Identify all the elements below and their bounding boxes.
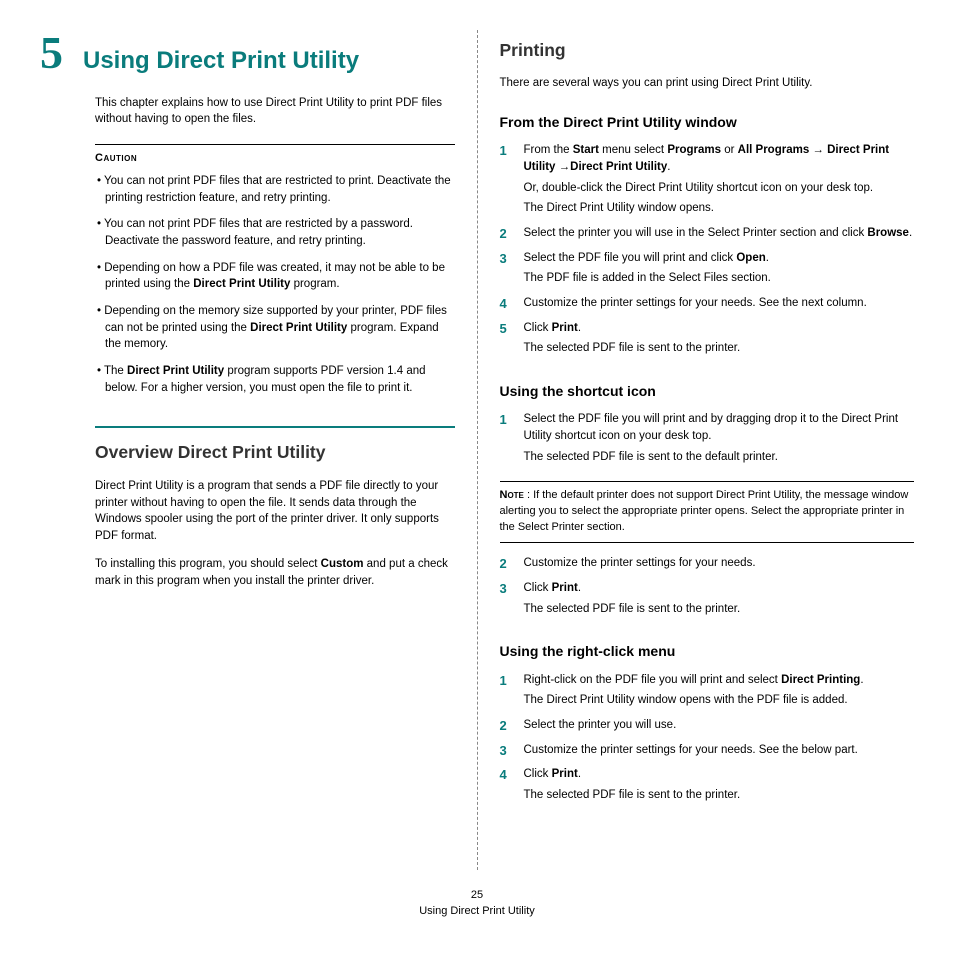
step-number: 3 bbox=[500, 250, 514, 291]
step-item: 3 Customize the printer settings for your… bbox=[500, 742, 915, 763]
step-item: 2 Select the printer you will use. bbox=[500, 717, 915, 738]
from-window-steps: 1 From the Start menu select Programs or … bbox=[500, 142, 915, 361]
caution-item: The Direct Print Utility program support… bbox=[95, 363, 455, 396]
step-body: Right-click on the PDF file you will pri… bbox=[524, 672, 915, 713]
overview-p1: Direct Print Utility is a program that s… bbox=[95, 478, 455, 545]
step-number: 1 bbox=[500, 672, 514, 713]
step-line: Select the PDF file you will print and b… bbox=[524, 411, 915, 444]
caution-box: Caution You can not print PDF files that… bbox=[95, 144, 455, 396]
caution-item: Depending on how a PDF file was created,… bbox=[95, 260, 455, 293]
step-item: 1 Right-click on the PDF file you will pr… bbox=[500, 672, 915, 713]
step-body: Click Print. The selected PDF file is sen… bbox=[524, 766, 915, 807]
note-text: If the default printer does not support … bbox=[500, 489, 909, 533]
step-number: 4 bbox=[500, 766, 514, 807]
step-line: The selected PDF file is sent to the pri… bbox=[524, 340, 915, 357]
step-number: 3 bbox=[500, 742, 514, 763]
page-body: 5 Using Direct Print Utility This chapte… bbox=[40, 30, 914, 870]
note-label: Note bbox=[500, 489, 524, 501]
step-line: Click Print. bbox=[524, 766, 915, 783]
step-item: 5 Click Print. The selected PDF file is se… bbox=[500, 320, 915, 361]
step-body: Customize the printer settings for your … bbox=[524, 742, 915, 763]
step-number: 3 bbox=[500, 580, 514, 621]
step-body: Select the printer you will use. bbox=[524, 717, 915, 738]
footer-title: Using Direct Print Utility bbox=[40, 904, 914, 920]
step-line: Select the printer you will use. bbox=[524, 717, 915, 734]
chapter-number: 5 bbox=[40, 30, 63, 76]
step-line: The selected PDF file is sent to the def… bbox=[524, 449, 915, 466]
step-body: From the Start menu select Programs or A… bbox=[524, 142, 915, 221]
printing-intro: There are several ways you can print usi… bbox=[500, 75, 915, 92]
step-line: Customize the printer settings for your … bbox=[524, 742, 915, 759]
overview-p2: To installing this program, you should s… bbox=[95, 556, 455, 589]
step-number: 2 bbox=[500, 555, 514, 576]
step-body: Click Print. The selected PDF file is sen… bbox=[524, 320, 915, 361]
step-line: Or, double-click the Direct Print Utilit… bbox=[524, 180, 915, 197]
step-line: The selected PDF file is sent to the pri… bbox=[524, 787, 915, 804]
step-line: Click Print. bbox=[524, 320, 915, 337]
step-body: Select the PDF file you will print and b… bbox=[524, 411, 915, 469]
step-item: 2 Select the printer you will use in the … bbox=[500, 225, 915, 246]
step-body: Customize the printer settings for your … bbox=[524, 555, 915, 576]
step-item: 4 Customize the printer settings for your… bbox=[500, 295, 915, 316]
printing-heading: Printing bbox=[500, 38, 915, 63]
step-line: The PDF file is added in the Select File… bbox=[524, 270, 915, 287]
page-number: 25 bbox=[40, 888, 914, 904]
from-window-heading: From the Direct Print Utility window bbox=[500, 112, 915, 132]
step-item: 1 Select the PDF file you will print and … bbox=[500, 411, 915, 469]
chapter-intro: This chapter explains how to use Direct … bbox=[95, 95, 455, 128]
overview-heading: Overview Direct Print Utility bbox=[95, 440, 455, 465]
step-number: 1 bbox=[500, 411, 514, 469]
caution-item: Depending on the memory size supported b… bbox=[95, 303, 455, 353]
step-line: Customize the printer settings for your … bbox=[524, 555, 915, 572]
section-rule bbox=[95, 426, 455, 428]
rightclick-steps: 1 Right-click on the PDF file you will pr… bbox=[500, 672, 915, 808]
step-body: Select the printer you will use in the S… bbox=[524, 225, 915, 246]
right-column: Printing There are several ways you can … bbox=[478, 30, 915, 870]
caution-label: Caution bbox=[95, 151, 455, 167]
step-line: Select the printer you will use in the S… bbox=[524, 225, 915, 242]
step-line: Right-click on the PDF file you will pri… bbox=[524, 672, 915, 689]
step-item: 1 From the Start menu select Programs or … bbox=[500, 142, 915, 221]
step-number: 5 bbox=[500, 320, 514, 361]
step-line: The Direct Print Utility window opens. bbox=[524, 200, 915, 217]
step-number: 2 bbox=[500, 717, 514, 738]
caution-item: You can not print PDF files that are res… bbox=[95, 216, 455, 249]
step-body: Click Print. The selected PDF file is sen… bbox=[524, 580, 915, 621]
caution-list: You can not print PDF files that are res… bbox=[95, 173, 455, 396]
step-item: 3 Click Print. The selected PDF file is se… bbox=[500, 580, 915, 621]
step-body: Select the PDF file you will print and c… bbox=[524, 250, 915, 291]
step-body: Customize the printer settings for your … bbox=[524, 295, 915, 316]
step-line: Click Print. bbox=[524, 580, 915, 597]
step-item: 2 Customize the printer settings for your… bbox=[500, 555, 915, 576]
rightclick-heading: Using the right-click menu bbox=[500, 641, 915, 661]
step-item: 3 Select the PDF file you will print and … bbox=[500, 250, 915, 291]
step-line: Customize the printer settings for your … bbox=[524, 295, 915, 312]
left-column: 5 Using Direct Print Utility This chapte… bbox=[40, 30, 477, 870]
caution-item: You can not print PDF files that are res… bbox=[95, 173, 455, 206]
step-line: The selected PDF file is sent to the pri… bbox=[524, 601, 915, 618]
chapter-title: Using Direct Print Utility bbox=[83, 44, 359, 79]
step-number: 1 bbox=[500, 142, 514, 221]
step-line: Select the PDF file you will print and c… bbox=[524, 250, 915, 267]
step-line: The Direct Print Utility window opens wi… bbox=[524, 692, 915, 709]
chapter-header: 5 Using Direct Print Utility bbox=[40, 30, 455, 79]
shortcut-heading: Using the shortcut icon bbox=[500, 381, 915, 401]
shortcut-steps-b: 2 Customize the printer settings for your… bbox=[500, 555, 915, 621]
step-line: From the Start menu select Programs or A… bbox=[524, 142, 915, 175]
step-number: 4 bbox=[500, 295, 514, 316]
step-item: 4 Click Print. The selected PDF file is se… bbox=[500, 766, 915, 807]
note-box: Note : If the default printer does not s… bbox=[500, 481, 915, 543]
page-footer: 25 Using Direct Print Utility bbox=[40, 888, 914, 920]
shortcut-steps-a: 1 Select the PDF file you will print and … bbox=[500, 411, 915, 469]
step-number: 2 bbox=[500, 225, 514, 246]
